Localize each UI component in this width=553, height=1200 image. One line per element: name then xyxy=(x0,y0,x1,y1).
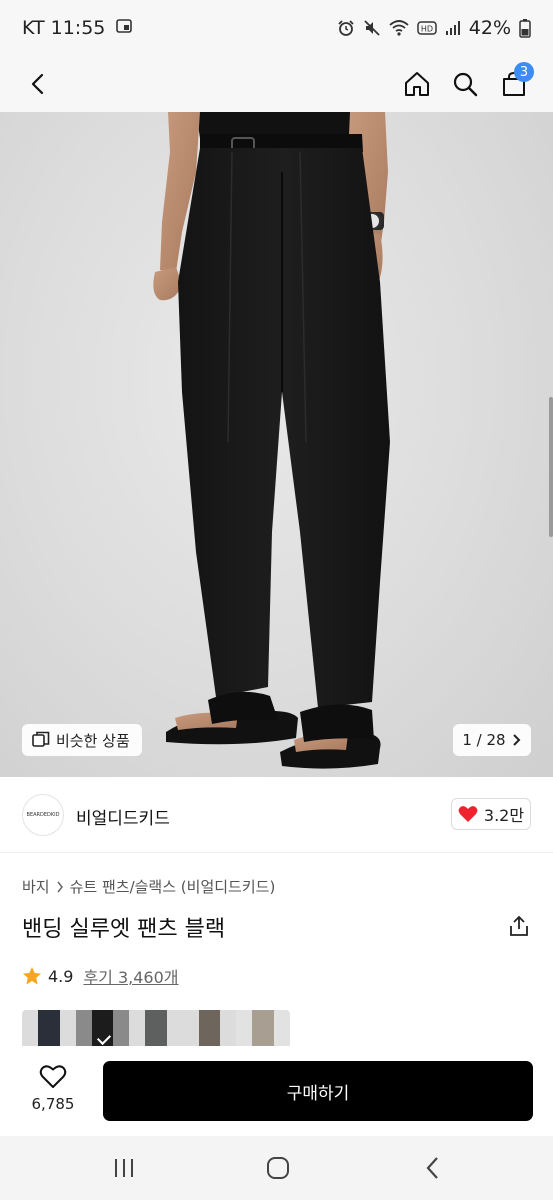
rating-value: 4.9 xyxy=(48,966,74,986)
scroll-indicator[interactable] xyxy=(549,397,553,537)
recent-apps-button[interactable] xyxy=(106,1152,142,1184)
color-swatch-black[interactable] xyxy=(75,1010,130,1046)
svg-text:HD: HD xyxy=(421,25,433,34)
color-swatch-beige[interactable] xyxy=(236,1010,290,1046)
color-swatch-navy[interactable] xyxy=(22,1010,76,1046)
brand-name[interactable]: 비얼디드키드 xyxy=(76,804,170,829)
brand-logo[interactable]: BEARDEDKID xyxy=(22,794,64,836)
share-icon xyxy=(510,915,528,936)
breadcrumb: 바지 슈트 팬츠/슬랙스 (비얼디드키드) xyxy=(22,876,275,897)
wifi-icon xyxy=(389,19,409,37)
chevron-right-icon xyxy=(57,881,63,892)
heart-filled-icon xyxy=(458,806,478,822)
color-swatches xyxy=(22,1010,290,1046)
product-image-carousel[interactable] xyxy=(0,112,553,777)
cart-count-badge: 3 xyxy=(514,62,534,82)
carrier-time: KT 11:55 xyxy=(22,17,106,39)
sim-card-icon xyxy=(115,17,133,40)
heart-outline-icon xyxy=(39,1065,67,1088)
home-nav-button[interactable] xyxy=(260,1152,296,1184)
reviews-link[interactable]: 후기 3,460개 xyxy=(83,964,178,988)
breadcrumb-item-pants[interactable]: 바지 xyxy=(22,876,50,897)
recent-apps-icon xyxy=(115,1159,133,1177)
system-nav-bar xyxy=(0,1136,553,1200)
back-icon xyxy=(31,73,44,95)
battery-label: 42% xyxy=(468,17,511,39)
buy-button[interactable]: 구매하기 xyxy=(103,1061,533,1121)
home-button[interactable] xyxy=(395,62,439,106)
signal-icon xyxy=(445,19,461,37)
page-counter-text: 1 / 28 xyxy=(462,731,506,749)
search-icon xyxy=(453,72,478,97)
image-page-counter[interactable]: 1 / 28 xyxy=(453,724,531,756)
color-swatch-gray[interactable] xyxy=(129,1010,183,1046)
star-icon xyxy=(23,967,41,985)
breadcrumb-item-category[interactable]: 슈트 팬츠/슬랙스 (비얼디드키드) xyxy=(70,876,276,897)
wishlist-button[interactable]: 6,785 xyxy=(22,1064,84,1113)
product-title: 밴딩 실루엣 팬츠 블랙 xyxy=(22,917,226,942)
similar-products-button[interactable]: 비슷한 상품 xyxy=(22,724,142,756)
brand-row[interactable]: BEARDEDKID 비얼디드키드 3.2만 xyxy=(0,777,553,853)
alarm-icon xyxy=(337,19,355,37)
cart-button[interactable]: 3 xyxy=(492,62,536,106)
chevron-right-icon xyxy=(512,734,521,746)
similar-items-icon xyxy=(32,731,50,747)
brand-logo-text: BEARDEDKID xyxy=(26,812,60,818)
status-bar: KT 11:55 HD 42% xyxy=(0,0,553,56)
similar-products-label: 비슷한 상품 xyxy=(56,731,130,750)
bottom-purchase-bar: 6,785 구매하기 xyxy=(0,1046,553,1136)
hd-icon: HD xyxy=(417,19,437,37)
wishlist-count: 6,785 xyxy=(31,1095,75,1113)
brand-like-count: 3.2만 xyxy=(483,806,525,825)
product-photo xyxy=(153,112,390,769)
color-swatch-brown[interactable] xyxy=(182,1010,237,1046)
brand-like-button[interactable]: 3.2만 xyxy=(451,798,531,830)
search-button[interactable] xyxy=(443,62,487,106)
back-nav-button[interactable] xyxy=(415,1152,451,1184)
top-nav-bar: 3 xyxy=(0,56,553,112)
rating-row: 4.9 후기 3,460개 xyxy=(22,964,179,988)
back-button[interactable] xyxy=(16,62,60,106)
mute-icon xyxy=(363,19,381,37)
home-icon xyxy=(405,72,429,96)
share-button[interactable] xyxy=(505,912,533,940)
home-circle-icon xyxy=(267,1157,289,1179)
battery-icon xyxy=(519,18,531,38)
back-nav-icon xyxy=(426,1157,438,1179)
